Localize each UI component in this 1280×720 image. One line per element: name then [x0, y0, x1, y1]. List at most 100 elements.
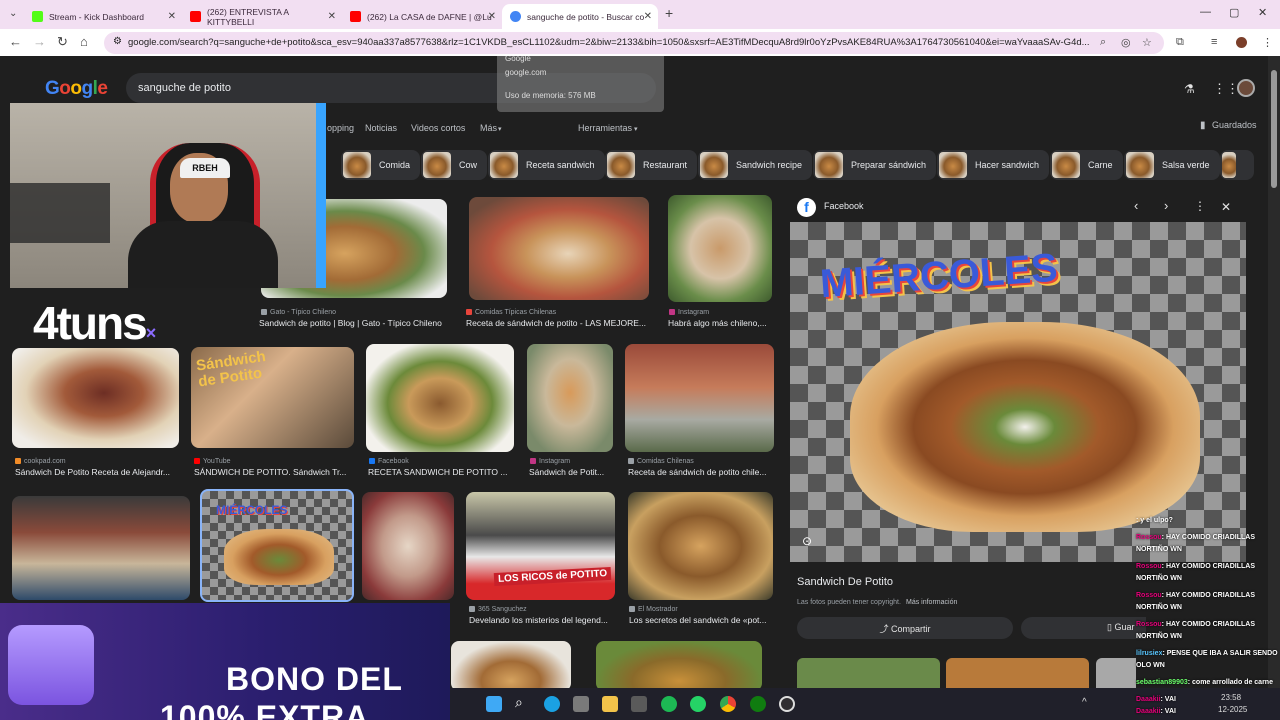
- folder-icon[interactable]: [602, 696, 618, 712]
- app-icon[interactable]: [631, 696, 647, 712]
- result-image[interactable]: [469, 197, 649, 300]
- chip-sandwich-recipe[interactable]: Sandwich recipe: [698, 150, 813, 180]
- chat-message: Daaakii: VAI: [1136, 708, 1176, 715]
- tab-google-search[interactable]: sanguche de potito - Buscar co ✕: [502, 4, 658, 29]
- filter-news[interactable]: Noticias: [365, 123, 397, 133]
- media-icon[interactable]: ≡: [1211, 36, 1217, 48]
- edge-icon[interactable]: [544, 696, 560, 712]
- close-icon[interactable]: ✕: [488, 11, 496, 22]
- previous-icon[interactable]: ‹: [1134, 198, 1138, 213]
- result-title[interactable]: RECETA SANDWICH DE POTITO ...: [368, 467, 518, 477]
- result-image[interactable]: [527, 344, 613, 452]
- result-image[interactable]: [628, 492, 773, 600]
- scrollbar-thumb[interactable]: [1271, 70, 1277, 188]
- chat-message: : y el ulpo?: [1136, 517, 1173, 524]
- filter-short-videos[interactable]: Videos cortos: [411, 123, 465, 133]
- address-bar[interactable]: ⚙ google.com/search?q=sanguche+de+potito…: [104, 32, 1164, 54]
- save-button[interactable]: ▯ Guar: [1021, 617, 1146, 639]
- result-title[interactable]: Los secretos del sandwich de «pot...: [629, 615, 779, 625]
- tray-chevron-icon[interactable]: ^: [1082, 697, 1087, 708]
- chip-carne[interactable]: Carne: [1050, 150, 1123, 180]
- more-options-icon[interactable]: ⋮: [1194, 199, 1206, 213]
- new-tab-button[interactable]: +: [665, 5, 673, 21]
- preview-image[interactable]: MIÉRCOLES ⊙: [790, 222, 1246, 562]
- more-info-link[interactable]: Más información: [906, 599, 957, 606]
- zoom-icon[interactable]: ⌕: [1100, 36, 1106, 49]
- windows-start-icon[interactable]: [486, 696, 502, 712]
- filter-more[interactable]: Más: [480, 123, 497, 133]
- chrome-icon[interactable]: [720, 696, 736, 712]
- tab-kick[interactable]: Stream - Kick Dashboard ✕: [24, 4, 182, 29]
- result-image[interactable]: [362, 492, 454, 600]
- result-image[interactable]: [668, 195, 772, 302]
- result-image[interactable]: [366, 344, 514, 452]
- menu-icon[interactable]: ⋮: [1262, 36, 1273, 49]
- result-title[interactable]: Receta de sándwich de potito - LAS MEJOR…: [466, 318, 656, 328]
- related-image[interactable]: [1096, 658, 1136, 688]
- result-title[interactable]: Sandwich de potito | Blog | Gato - Típic…: [259, 318, 459, 328]
- result-image[interactable]: [12, 348, 179, 448]
- site-info-icon[interactable]: ⚙: [113, 36, 122, 47]
- result-image[interactable]: Sándwich de Potito: [191, 347, 354, 448]
- result-image-selected[interactable]: MIÉRCOLES: [200, 489, 354, 602]
- panel-source[interactable]: Facebook: [824, 201, 864, 211]
- chip-cow[interactable]: Cow: [421, 150, 488, 180]
- home-icon[interactable]: ⌂: [80, 34, 88, 49]
- result-title[interactable]: Sándwich De Potito Receta de Alejandr...: [15, 467, 185, 477]
- result-title[interactable]: Habrá algo más chileno,...: [668, 318, 778, 328]
- tools-button[interactable]: Herramientas: [578, 123, 632, 133]
- back-icon[interactable]: ←: [9, 34, 22, 49]
- close-icon[interactable]: ✕: [168, 11, 176, 22]
- tab-youtube-1[interactable]: (262) ENTREVISTA A KITTYBELLI ✕: [182, 4, 342, 29]
- tab-youtube-2[interactable]: (262) La CASA de DAFNE | @Lu ✕: [342, 4, 502, 29]
- result-title[interactable]: SÁNDWICH DE POTITO. Sándwich Tr...: [194, 467, 354, 477]
- minimize-icon[interactable]: —: [1200, 6, 1211, 18]
- result-image[interactable]: [12, 496, 190, 600]
- result-image[interactable]: [451, 641, 571, 688]
- saved-link[interactable]: Guardados: [1212, 120, 1257, 130]
- store-icon[interactable]: [573, 696, 589, 712]
- share-button[interactable]: ⤴ Compartir: [797, 617, 1013, 639]
- filter-shopping[interactable]: opping: [327, 123, 354, 133]
- chip-more[interactable]: [1220, 150, 1254, 180]
- google-logo[interactable]: Google: [45, 78, 108, 100]
- chip-hacer-sandwich[interactable]: Hacer sandwich: [937, 150, 1050, 180]
- lens-icon[interactable]: ⊙: [802, 534, 812, 548]
- profile-icon[interactable]: [1236, 37, 1247, 48]
- related-image[interactable]: [797, 658, 940, 688]
- search-icon[interactable]: ⌕: [515, 694, 531, 710]
- close-icon[interactable]: ✕: [644, 11, 652, 22]
- maximize-icon[interactable]: ▢: [1229, 6, 1239, 19]
- close-window-icon[interactable]: ✕: [1258, 6, 1267, 19]
- panel-title[interactable]: Sandwich De Potito: [797, 576, 893, 588]
- obs-icon[interactable]: [779, 696, 795, 712]
- bookmark-star-icon[interactable]: ☆: [1142, 36, 1152, 49]
- reload-icon[interactable]: ↻: [57, 34, 68, 50]
- chip-comida[interactable]: Comida: [341, 150, 421, 180]
- close-icon[interactable]: ✕: [1221, 200, 1231, 214]
- forward-icon[interactable]: →: [33, 34, 46, 49]
- xbox-icon[interactable]: [750, 696, 766, 712]
- chip-restaurant[interactable]: Restaurant: [605, 150, 698, 180]
- labs-icon[interactable]: ⚗: [1184, 82, 1195, 96]
- result-title[interactable]: Receta de sándwich de potito chile...: [628, 467, 778, 477]
- result-image[interactable]: [596, 641, 762, 688]
- eye-off-icon[interactable]: ◎: [1121, 36, 1131, 49]
- close-icon[interactable]: ✕: [328, 11, 336, 22]
- apps-grid-icon[interactable]: ⋮⋮: [1213, 81, 1239, 97]
- result-image[interactable]: LOS RICOS de POTITO: [466, 492, 615, 600]
- spotify-icon[interactable]: [661, 696, 677, 712]
- tab-search-icon[interactable]: ⌄: [9, 8, 17, 19]
- whatsapp-icon[interactable]: [690, 696, 706, 712]
- next-icon[interactable]: ›: [1164, 198, 1168, 213]
- result-title[interactable]: Develando los misterios del legend...: [469, 615, 619, 625]
- extensions-icon[interactable]: ⧉: [1176, 36, 1184, 49]
- chevron-down-icon: ▾: [498, 126, 502, 133]
- chip-salsa-verde[interactable]: Salsa verde: [1124, 150, 1220, 180]
- result-title[interactable]: Sándwich de Potit...: [529, 467, 617, 477]
- result-image[interactable]: [625, 344, 774, 452]
- chip-preparar-sandwich[interactable]: Preparar sándwich: [813, 150, 937, 180]
- chip-receta-sandwich[interactable]: Receta sandwich: [488, 150, 605, 180]
- related-image[interactable]: [946, 658, 1089, 688]
- account-avatar[interactable]: [1237, 79, 1255, 97]
